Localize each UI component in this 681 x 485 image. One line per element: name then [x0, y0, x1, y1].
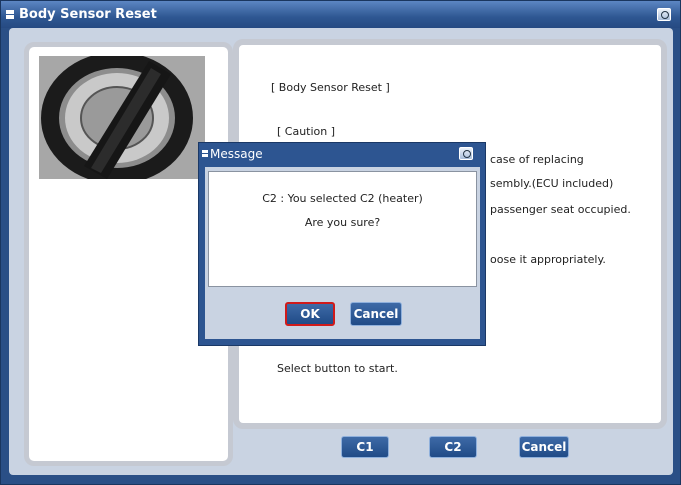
ignition-switch-image [39, 56, 205, 179]
camera-icon[interactable] [459, 147, 473, 160]
window-title: Body Sensor Reset [19, 7, 157, 22]
instruction-line-3: passenger seat occupied. [490, 203, 631, 216]
camera-icon[interactable] [657, 8, 671, 21]
ok-button[interactable]: OK [285, 302, 335, 326]
instruction-line-2: sembly.(ECU included) [490, 177, 614, 190]
bullet-icon [6, 10, 14, 19]
c1-button[interactable]: C1 [341, 436, 389, 458]
dialog-title-bar[interactable]: Message [199, 143, 485, 165]
dialog-title: Message [210, 147, 263, 161]
dialog-cancel-button[interactable]: Cancel [350, 302, 402, 326]
main-window: Body Sensor Reset [ Body Sensor Reset ] … [0, 0, 681, 485]
dialog-message-box: C2 : You selected C2 (heater) Are you su… [208, 171, 477, 287]
start-prompt: Select button to start. [277, 362, 398, 375]
bullet-icon [202, 150, 208, 157]
dialog-message-line-2: Are you sure? [304, 216, 381, 229]
c2-button[interactable]: C2 [429, 436, 477, 458]
caution-label: [ Caution ] [277, 125, 336, 138]
instruction-line-4: oose it appropriately. [490, 253, 606, 266]
message-dialog: Message C2 : You selected C2 (heater) Ar… [198, 142, 486, 346]
panel-heading: [ Body Sensor Reset ] [271, 81, 390, 94]
cancel-button[interactable]: Cancel [519, 436, 569, 458]
instruction-line-1: case of replacing [490, 153, 584, 166]
dialog-body: C2 : You selected C2 (heater) Are you su… [205, 167, 480, 339]
title-bar[interactable]: Body Sensor Reset [1, 1, 680, 28]
dialog-message-line-1: C2 : You selected C2 (heater) [262, 192, 423, 205]
